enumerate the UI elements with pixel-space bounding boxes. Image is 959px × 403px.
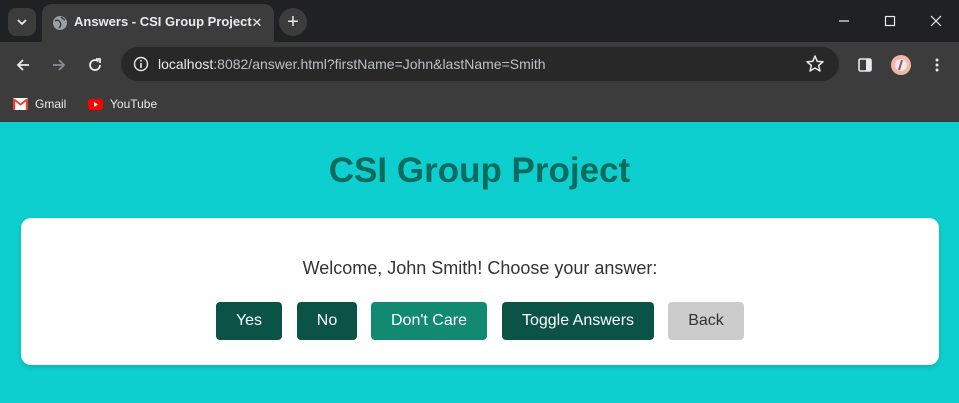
more-vert-icon: [935, 58, 939, 72]
minimize-icon: [839, 20, 849, 22]
back-button[interactable]: Back: [668, 302, 744, 340]
address-bar[interactable]: localhost:8082/answer.html?firstName=Joh…: [121, 47, 839, 81]
maximize-button[interactable]: [876, 8, 904, 34]
reload-button[interactable]: [82, 52, 108, 78]
bookmark-label: YouTube: [110, 97, 158, 111]
url-host: localhost: [158, 56, 214, 72]
bookmark-youtube[interactable]: YouTube: [88, 94, 157, 114]
plus-icon: +: [287, 11, 299, 33]
close-icon: [930, 15, 942, 27]
tab-search-button[interactable]: [8, 8, 36, 36]
maximize-icon: [884, 15, 896, 27]
no-button[interactable]: No: [297, 302, 357, 340]
tab-close-icon[interactable]: ✕: [248, 14, 266, 32]
back-nav-button[interactable]: [10, 52, 36, 78]
youtube-icon: [88, 98, 103, 110]
menu-button[interactable]: [924, 52, 950, 78]
reload-icon: [89, 58, 101, 71]
side-panel-button[interactable]: [852, 52, 878, 78]
side-panel-icon: [858, 58, 872, 72]
active-tab[interactable]: Answers - CSI Group Project ✕: [42, 4, 274, 42]
close-window-button[interactable]: [922, 8, 950, 34]
site-info-button[interactable]: [129, 52, 153, 76]
arrow-right-icon: [53, 59, 66, 71]
profile-button[interactable]: [888, 52, 914, 78]
bookmark-gmail[interactable]: Gmail: [13, 94, 66, 114]
dont-care-button[interactable]: Don't Care: [371, 302, 487, 340]
chevron-down-icon: [17, 19, 27, 26]
browser-chrome: Answers - CSI Group Project ✕ + localhos…: [0, 0, 959, 122]
toggle-answers-button[interactable]: Toggle Answers: [502, 302, 654, 340]
new-tab-button[interactable]: +: [279, 8, 307, 36]
bookmarks-bar: Gmail YouTube: [0, 86, 959, 122]
tab-title: Answers - CSI Group Project: [74, 14, 252, 29]
forward-nav-button[interactable]: [46, 52, 72, 78]
gmail-icon: [13, 98, 28, 110]
url-text[interactable]: localhost:8082/answer.html?firstName=Joh…: [158, 56, 546, 72]
welcome-message: Welcome, John Smith! Choose your answer:: [302, 258, 658, 278]
answer-card: Welcome, John Smith! Choose your answer:…: [21, 218, 939, 365]
page-title: CSI Group Project: [328, 151, 631, 190]
globe-icon: [53, 16, 67, 30]
bookmark-label: Gmail: [35, 97, 67, 111]
minimize-button[interactable]: [830, 8, 858, 34]
tab-strip: Answers - CSI Group Project ✕ +: [0, 0, 959, 42]
toolbar: localhost:8082/answer.html?firstName=Joh…: [0, 42, 959, 86]
yes-button[interactable]: Yes: [216, 302, 282, 340]
info-icon: [133, 56, 149, 72]
url-path: :8082/answer.html?firstName=John&lastNam…: [213, 56, 546, 72]
avatar: [891, 55, 911, 75]
bookmark-star-icon[interactable]: [805, 54, 825, 74]
arrow-left-icon: [16, 59, 29, 71]
